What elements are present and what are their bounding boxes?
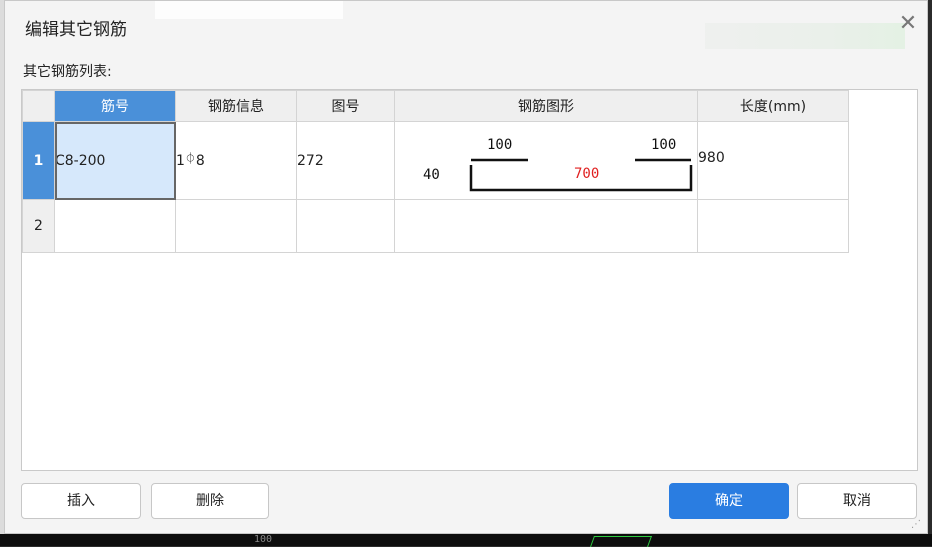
cell-rebar-shape[interactable] <box>394 199 698 253</box>
shape-bottom-label: 700 <box>574 166 599 182</box>
background-canvas <box>0 534 932 546</box>
column-header-rebar-info[interactable]: 钢筋信息 <box>175 90 297 122</box>
rebar-shape-drawing: 100 100 40 700 <box>423 137 693 192</box>
close-icon[interactable]: ✕ <box>895 11 921 37</box>
cell-rebar-info[interactable] <box>175 199 297 253</box>
shape-left-label: 40 <box>423 167 440 183</box>
cell-figure-no[interactable] <box>296 199 395 253</box>
rebar-table: 筋号 钢筋信息 图号 钢筋图形 长度(mm) 1 C8-200 1⏀8 272 <box>22 90 849 253</box>
cell-rebar-info[interactable]: 1⏀8 <box>175 121 297 200</box>
rebar-diameter: 8 <box>195 153 205 169</box>
insert-button[interactable]: 插入 <box>21 483 141 519</box>
table-header-row: 筋号 钢筋信息 图号 钢筋图形 长度(mm) <box>22 90 849 122</box>
cancel-button[interactable]: 取消 <box>797 483 917 519</box>
background-ruler-text: 100 <box>254 534 273 545</box>
background-green-shape <box>589 536 653 547</box>
table-row[interactable]: 1 C8-200 1⏀8 272 100 100 40 700 980 <box>22 121 849 200</box>
shape-right-top-label: 100 <box>651 137 676 153</box>
dialog-title: 编辑其它钢筋 <box>25 20 127 40</box>
column-header-rebar-shape[interactable]: 钢筋图形 <box>394 90 698 122</box>
cell-length[interactable]: 980 <box>697 121 849 200</box>
column-header-length[interactable]: 长度(mm) <box>697 90 849 122</box>
cell-bar-no[interactable] <box>54 199 176 253</box>
ok-button[interactable]: 确定 <box>669 483 789 519</box>
delete-button[interactable]: 删除 <box>151 483 269 519</box>
cell-figure-no[interactable]: 272 <box>296 121 395 200</box>
row-number[interactable]: 2 <box>22 199 55 253</box>
rebar-grid: 筋号 钢筋信息 图号 钢筋图形 长度(mm) 1 C8-200 1⏀8 272 <box>21 89 918 471</box>
rebar-grade-symbol-icon: ⏀ <box>184 152 196 165</box>
rebar-list-label: 其它钢筋列表: <box>23 64 112 80</box>
header-ghost <box>705 23 905 49</box>
resize-grip-icon[interactable]: ⋰ <box>911 520 921 530</box>
cell-length[interactable] <box>697 199 849 253</box>
rebar-count: 1 <box>176 153 185 169</box>
cell-rebar-shape[interactable]: 100 100 40 700 <box>394 121 698 200</box>
cell-bar-no[interactable]: C8-200 <box>54 121 176 200</box>
header-corner[interactable] <box>22 90 55 122</box>
title-bar-ghost <box>155 1 343 19</box>
column-header-figure-no[interactable]: 图号 <box>296 90 395 122</box>
table-row[interactable]: 2 <box>22 199 849 253</box>
edit-other-rebar-dialog: 编辑其它钢筋 ✕ 其它钢筋列表: 筋号 钢筋信息 图号 钢筋图形 长度(mm) <box>4 0 928 534</box>
row-number[interactable]: 1 <box>22 121 55 200</box>
shape-left-top-label: 100 <box>487 137 512 153</box>
column-header-bar-no[interactable]: 筋号 <box>54 90 176 122</box>
